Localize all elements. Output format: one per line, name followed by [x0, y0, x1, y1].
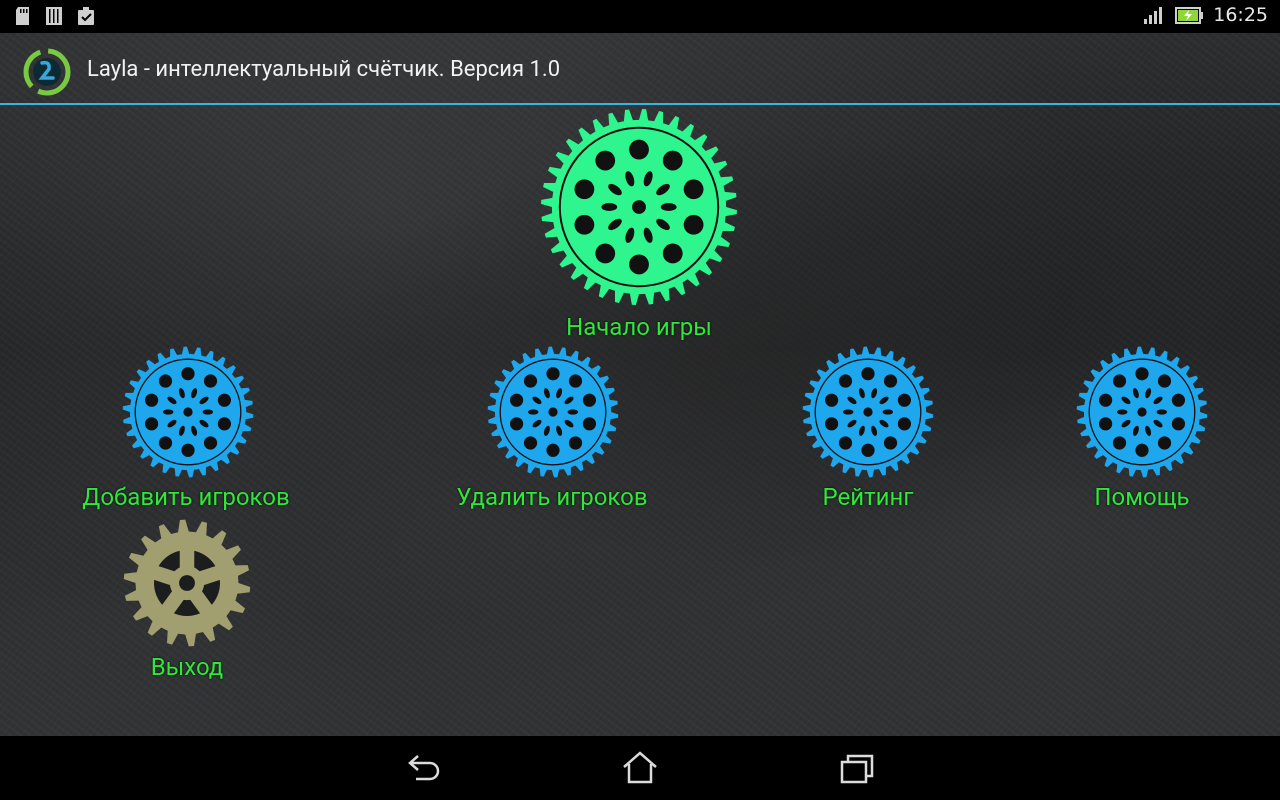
status-clock: 16:25 [1213, 4, 1268, 26]
battery-charging-icon [1175, 7, 1204, 24]
status-bar: 16:25 [0, 0, 1280, 33]
gear-icon [1076, 346, 1208, 478]
remove-players-label: Удалить игроков [456, 483, 648, 511]
start-game-button[interactable] [540, 108, 738, 306]
back-icon[interactable] [404, 750, 444, 786]
app-title: Layla - интеллектуальный счётчик. Версия… [87, 57, 561, 82]
barcode-icon [46, 7, 62, 25]
add-players-label: Добавить игроков [82, 483, 290, 511]
gear-icon [487, 346, 619, 478]
home-icon[interactable] [620, 750, 660, 786]
action-bar-divider [0, 103, 1280, 105]
status-notifications [14, 6, 96, 26]
rating-label: Рейтинг [822, 483, 914, 511]
gear-icon [802, 346, 934, 478]
gear-icon [541, 109, 737, 305]
rating-button[interactable] [802, 346, 934, 478]
app-logo-icon[interactable] [22, 47, 72, 97]
remove-players-button[interactable] [487, 346, 619, 478]
main-screen: Layla - интеллектуальный счётчик. Версия… [0, 33, 1280, 736]
exit-button[interactable] [121, 517, 253, 649]
recent-apps-icon[interactable] [838, 750, 878, 786]
clipboard-check-icon [78, 7, 94, 25]
action-bar: Layla - интеллектуальный счётчик. Версия… [0, 33, 1280, 105]
sd-card-icon [16, 7, 29, 25]
add-players-button[interactable] [122, 346, 254, 478]
navigation-bar [0, 736, 1280, 800]
status-system: 16:25 [1143, 4, 1268, 26]
signal-icon [1144, 7, 1163, 24]
start-game-label: Начало игры [566, 313, 712, 341]
gear-icon [123, 519, 251, 647]
exit-label: Выход [150, 653, 224, 681]
help-button[interactable] [1076, 346, 1208, 478]
help-label: Помощь [1094, 483, 1190, 511]
gear-icon [122, 346, 254, 478]
